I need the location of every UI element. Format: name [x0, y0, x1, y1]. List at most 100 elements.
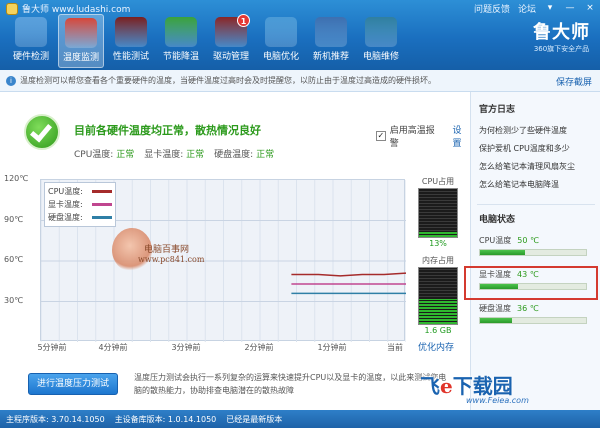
monitor-icon — [315, 17, 347, 47]
x-tick-label: 4分钟前 — [98, 343, 128, 352]
check-ok-icon — [24, 114, 60, 150]
sidebar-divider — [477, 204, 595, 205]
save-screenshot-link[interactable]: 保存截屏 — [556, 75, 592, 88]
nav-item[interactable]: 节能降温 — [158, 14, 204, 68]
main-nav: 硬件检测 温度监测 性能测试 节能降温 1 驱动管理 电脑优化 新机推荐 电脑维修 — [8, 14, 404, 68]
disk-temp-bar — [479, 317, 587, 324]
x-tick-label: 1分钟前 — [317, 343, 347, 352]
news-link[interactable]: 怎么给笔记本清理风扇灰尘 — [479, 161, 575, 172]
nav-item[interactable]: 硬件检测 — [8, 14, 54, 68]
status-title: 目前各硬件温度均正常，散热情况良好 — [74, 124, 261, 137]
nav-item[interactable]: 电脑维修 — [358, 14, 404, 68]
gpu-temp-highlight-box — [464, 266, 598, 300]
cpu-temp-status: CPU温度: 正常 — [74, 150, 135, 160]
memory-usage-panel: 内存占用 1.6 GB — [412, 255, 464, 337]
alarm-checkbox[interactable]: ✓ — [376, 131, 386, 141]
x-tick-label: 2分钟前 — [244, 343, 274, 352]
nav-item[interactable]: 电脑优化 — [258, 14, 304, 68]
alarm-settings-link[interactable]: 设置 — [452, 123, 470, 149]
speedometer-icon — [115, 17, 147, 47]
news-link[interactable]: 怎么给笔记本电脑降温 — [479, 179, 559, 190]
watermark-text: 电脑百事网 — [144, 245, 190, 255]
site-watermark-url: www.Feiea.com — [466, 396, 529, 405]
news-link[interactable]: 保护爱机 CPU温度和多少 — [479, 143, 570, 154]
nav-label: 温度监测 — [62, 53, 99, 63]
cpu-temp-bar — [479, 249, 587, 256]
brand-name: 鲁大师 — [533, 22, 590, 43]
status-bar: 主程序版本: 3.70.14.1050 主设备库版本: 1.0.14.1050 … — [0, 410, 600, 428]
y-tick-label: 90℃ — [4, 214, 24, 224]
legend-label: 显卡温度: — [48, 200, 83, 209]
state-heading: 电脑状态 — [479, 215, 516, 225]
disk-state-label: 硬盘温度 36 ℃ — [479, 304, 539, 313]
memory-usage-label: 内存占用 — [422, 256, 454, 265]
disk-temp-status: 硬盘温度: 正常 — [214, 150, 275, 160]
series-line-0 — [291, 272, 406, 277]
legend-label: CPU温度: — [48, 187, 83, 196]
y-tick-label: 30℃ — [4, 295, 24, 305]
cpu-usage-label: CPU占用 — [421, 177, 455, 186]
memory-usage-value: 1.6 GB — [424, 326, 452, 335]
optimize-icon — [265, 17, 297, 47]
x-tick-label: 当前 — [387, 343, 403, 352]
nav-label: 硬件检测 — [12, 52, 49, 62]
memory-usage-fill — [419, 298, 457, 324]
site-watermark-logo: 飞e下载园 — [420, 374, 513, 398]
legend-label: 硬盘温度: — [48, 213, 83, 222]
main-panel: 目前各硬件温度均正常，散热情况良好 CPU温度: 正常 显卡温度: 正常 硬盘温… — [0, 92, 470, 410]
device-db-version: 主设备库版本: 1.0.14.1050 — [114, 414, 217, 424]
gpu-temp-status: 显卡温度: 正常 — [144, 150, 205, 160]
stress-test-button[interactable]: 进行温度压力测试 — [28, 373, 118, 395]
nav-item[interactable]: 温度监测 — [58, 14, 104, 68]
notification-badge: 1 — [237, 14, 250, 27]
menu-dropdown-icon[interactable]: ▾ — [544, 3, 556, 14]
chart-legend: CPU温度: 显卡温度: 硬盘温度: — [44, 182, 116, 227]
legend-item: 显卡温度: — [48, 198, 112, 211]
thermometer-icon — [65, 18, 97, 48]
y-tick-label: 60℃ — [4, 255, 24, 264]
legend-item: 硬盘温度: — [48, 211, 112, 224]
cpu-usage-value: 13% — [429, 239, 447, 248]
info-text: 温度检测可以帮您查看各个重要硬件的温度，当硬件温度过高时会及时提醒您，以防止由于… — [20, 76, 436, 85]
temp-status-row: CPU温度: 正常 显卡温度: 正常 硬盘温度: 正常 — [74, 147, 274, 160]
nav-label: 新机推荐 — [312, 52, 349, 62]
nav-label: 节能降温 — [162, 52, 199, 62]
watermark-url: www.pc841.com — [138, 255, 205, 264]
cpu-usage-meter — [418, 188, 458, 238]
cpu-usage-fill — [419, 230, 457, 237]
news-link[interactable]: 为何检测少了些硬件温度 — [479, 125, 567, 136]
top-links: 问题反馈 论坛 ▾ — × — [474, 2, 596, 15]
cpu-state-label: CPU温度 50 ℃ — [479, 236, 539, 245]
title-bar: 鲁大师 www.ludashi.com 问题反馈 论坛 ▾ — × 硬件检测 温度… — [0, 0, 600, 70]
y-tick-label: 120℃ — [4, 174, 29, 183]
close-icon[interactable]: × — [584, 3, 596, 14]
legend-swatch — [92, 203, 112, 206]
legend-swatch — [92, 190, 112, 193]
optimize-memory-link[interactable]: 优化内存 — [418, 340, 454, 353]
memory-usage-meter — [418, 267, 458, 325]
brand-subtitle: 360旗下安全产品 — [533, 45, 590, 53]
alarm-setting: ✓ 启用高温报警 设置 — [376, 123, 470, 149]
nav-label: 驱动管理 — [212, 52, 249, 62]
news-heading: 官方日志 — [479, 105, 516, 115]
update-status: 已经是最新版本 — [226, 414, 283, 424]
sidebar: 官方日志 为何检测少了些硬件温度 保护爱机 CPU温度和多少 怎么给笔记本清理风… — [470, 92, 600, 410]
forum-link[interactable]: 论坛 — [518, 2, 536, 15]
nav-item[interactable]: 1 驱动管理 — [208, 14, 254, 68]
main-version: 主程序版本: 3.70.14.1050 — [6, 414, 105, 424]
nav-label: 性能测试 — [112, 52, 149, 62]
minimize-icon[interactable]: — — [564, 3, 576, 14]
repair-icon — [365, 17, 397, 47]
nav-item[interactable]: 新机推荐 — [308, 14, 354, 68]
info-icon: i — [6, 75, 16, 86]
clover-icon — [165, 17, 197, 47]
feedback-link[interactable]: 问题反馈 — [474, 2, 510, 15]
cpu-usage-panel: CPU占用 13% — [412, 176, 464, 250]
alarm-label: 启用高温报警 — [389, 126, 435, 149]
brand-logo: 鲁大师 360旗下安全产品 — [533, 18, 590, 54]
x-tick-label: 5分钟前 — [37, 343, 67, 352]
nav-label: 电脑优化 — [262, 52, 299, 62]
nav-label: 电脑维修 — [362, 52, 399, 62]
x-tick-label: 3分钟前 — [171, 343, 201, 352]
nav-item[interactable]: 性能测试 — [108, 14, 154, 68]
